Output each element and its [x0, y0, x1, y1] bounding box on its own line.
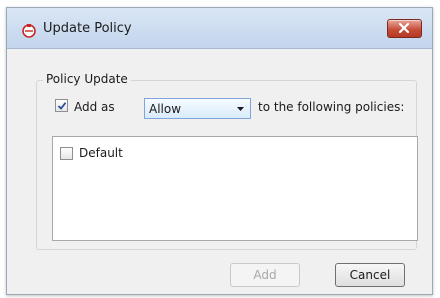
add-as-select[interactable]: Allow — [144, 98, 251, 119]
group-label: Policy Update — [43, 72, 131, 86]
window-title: Update Policy — [43, 21, 132, 36]
add-as-label: Add as — [74, 100, 115, 114]
title-bar: Update Policy — [7, 8, 432, 49]
cancel-button[interactable]: Cancel — [335, 263, 405, 287]
close-icon — [399, 23, 409, 33]
select-value: Allow — [149, 102, 182, 116]
checkmark-icon — [57, 102, 67, 110]
policy-checkbox[interactable] — [60, 147, 73, 160]
add-as-checkbox[interactable] — [55, 99, 68, 112]
policy-label: Default — [79, 146, 123, 160]
close-button[interactable] — [387, 19, 422, 38]
chevron-down-icon — [237, 107, 244, 111]
following-policies-label: to the following policies: — [258, 100, 405, 114]
update-policy-dialog: Update Policy Policy Update Add as Allow… — [6, 7, 433, 295]
add-button[interactable]: Add — [230, 263, 300, 287]
policies-list[interactable]: Default — [52, 136, 418, 241]
policy-icon — [21, 22, 37, 38]
